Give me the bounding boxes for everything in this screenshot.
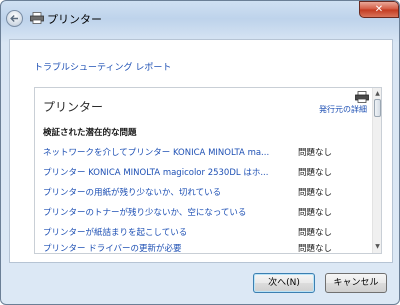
next-button[interactable]: 次へ(N)	[253, 273, 315, 293]
scroll-up-arrow-icon[interactable]: ▲	[373, 89, 381, 98]
troubleshooter-window: プリンター ✕ トラブルシューティング レポート プリンター 発行元の詳細 検証…	[0, 0, 400, 305]
main-content: トラブルシューティング レポート プリンター 発行元の詳細 検証された潜在的な問…	[9, 39, 393, 263]
issue-link[interactable]: プリンター ドライバーの更新が必要	[43, 242, 289, 253]
table-row: ネットワークを介してプリンター KONICA MINOLTA ma... 問題な…	[43, 146, 363, 158]
title-bar: プリンター ✕	[1, 1, 399, 35]
report-title: プリンター	[43, 100, 104, 114]
table-row: プリンターのトナーが残り少ないか、空になっている 問題なし	[43, 206, 363, 218]
scroll-thumb[interactable]	[374, 99, 381, 117]
troubleshooting-report-link[interactable]: トラブルシューティング レポート	[34, 60, 171, 73]
table-row: プリンター ドライバーの更新が必要 問題なし	[43, 242, 363, 254]
back-arrow-icon	[10, 15, 18, 22]
table-row: プリンター KONICA MINOLTA magicolor 2530DL はホ…	[43, 166, 363, 178]
close-button[interactable]: ✕	[359, 1, 399, 18]
issue-status: 問題なし	[298, 148, 333, 158]
table-row: プリンターが紙詰まりを起こしている 問題なし	[43, 226, 363, 238]
vertical-scrollbar[interactable]: ▲ ▼	[372, 88, 381, 253]
section-heading: 検証された潜在的な問題	[43, 128, 137, 138]
printer-icon	[30, 12, 44, 24]
cancel-button[interactable]: キャンセル	[325, 273, 387, 293]
issue-status: 問題なし	[298, 228, 333, 238]
issue-status: 問題なし	[298, 188, 333, 198]
issue-link[interactable]: プリンターの用紙が残り少ないか、切れている	[43, 186, 289, 198]
issue-link[interactable]: プリンターのトナーが残り少ないか、空になっている	[43, 206, 289, 218]
issue-link[interactable]: プリンター KONICA MINOLTA magicolor 2530DL はホ…	[43, 166, 289, 178]
publisher-details-link[interactable]: 発行元の詳細	[319, 104, 367, 115]
button-bar: 次へ(N) キャンセル	[1, 263, 399, 304]
issue-status: 問題なし	[298, 244, 333, 254]
report-panel: プリンター 発行元の詳細 検証された潜在的な問題 ネットワークを介してプリンター…	[34, 87, 382, 254]
table-row: プリンターの用紙が残り少ないか、切れている 問題なし	[43, 186, 363, 198]
scroll-down-arrow-icon[interactable]: ▼	[373, 242, 381, 251]
print-icon[interactable]	[355, 91, 369, 103]
issue-status: 問題なし	[298, 168, 333, 178]
close-icon: ✕	[374, 4, 384, 15]
issue-link[interactable]: プリンターが紙詰まりを起こしている	[43, 226, 289, 238]
issue-link[interactable]: ネットワークを介してプリンター KONICA MINOLTA ma...	[43, 146, 289, 158]
issue-status: 問題なし	[298, 208, 333, 218]
window-title: プリンター	[47, 13, 102, 26]
back-button[interactable]	[6, 10, 23, 27]
